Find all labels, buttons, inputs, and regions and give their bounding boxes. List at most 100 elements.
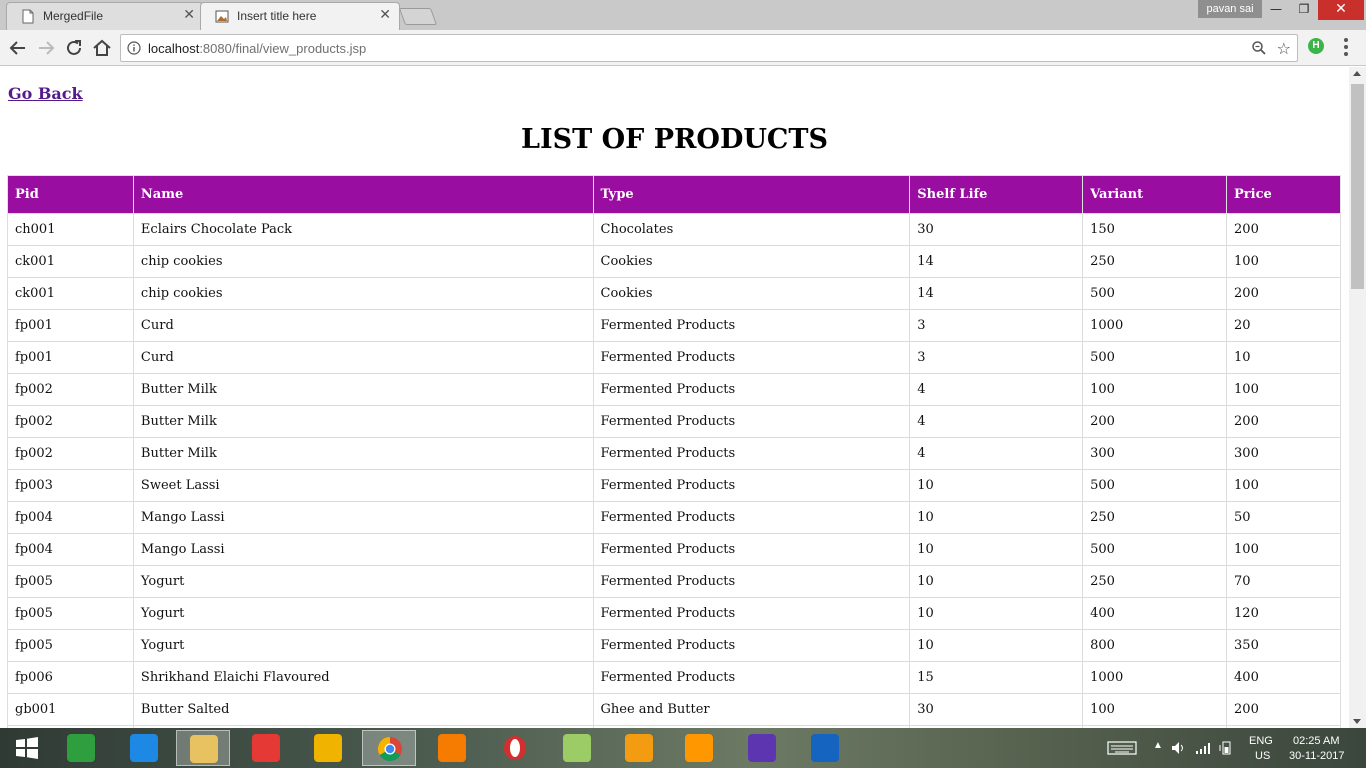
extension-icon[interactable]: H xyxy=(1308,38,1324,54)
sublime-text-taskbar-button[interactable] xyxy=(612,730,666,766)
cell-type: Cookies xyxy=(592,245,911,278)
screen-recorder-icon xyxy=(252,734,280,762)
info-icon[interactable] xyxy=(127,41,141,55)
window-close-button[interactable]: ✕ xyxy=(1318,0,1364,20)
clock-date[interactable]: 30-11-2017 xyxy=(1289,750,1344,762)
tab-mergedfile[interactable]: MergedFile ✕ xyxy=(6,2,204,30)
cell-pid: fp001 xyxy=(7,309,134,342)
opera-taskbar-button[interactable] xyxy=(488,730,542,766)
cell-pid: ch001 xyxy=(7,213,134,246)
cell-variant: 200 xyxy=(1082,405,1228,438)
keyboard-layout-indicator[interactable]: US xyxy=(1255,750,1270,762)
home-icon[interactable] xyxy=(90,36,114,60)
store-taskbar-button[interactable] xyxy=(54,730,108,766)
cell-name: chip cookies xyxy=(132,277,594,310)
url-text[interactable]: localhost:8080/final/view_products.jsp xyxy=(148,41,366,56)
profile-badge[interactable]: pavan sai xyxy=(1198,0,1262,18)
cell-price: 10 xyxy=(1226,341,1341,374)
cell-pid: fp003 xyxy=(7,469,134,502)
cell-pid: ck001 xyxy=(7,245,134,278)
close-icon[interactable]: ✕ xyxy=(379,7,391,23)
column-header-type: Type xyxy=(592,175,911,214)
column-header-variant: Variant xyxy=(1082,175,1228,214)
table-row: fp005 Yogurt Fermented Products 10 250 70 xyxy=(7,565,1341,598)
cell-pid: fp001 xyxy=(7,341,134,374)
page-viewport: Go Back LIST OF PRODUCTS Pid Name Type S… xyxy=(0,67,1349,728)
cell-shelf-life: 4 xyxy=(909,373,1084,406)
cell-pid: fp002 xyxy=(7,405,134,438)
cell-type: Fermented Products xyxy=(592,661,911,694)
table-row: gb001 Butter Salted Ghee and Butter 30 100 20… xyxy=(7,693,1341,726)
system-tray: ▲ ENG US 02:25 AM 30-11-2017 xyxy=(1105,728,1366,768)
winamp-taskbar-button[interactable] xyxy=(301,730,355,766)
cell-type: Ghee and Butter xyxy=(592,693,911,726)
browser-menu-icon[interactable] xyxy=(1344,38,1348,58)
chrome-taskbar-button[interactable] xyxy=(362,730,416,766)
chrome-icon xyxy=(376,735,404,763)
opera-icon xyxy=(501,734,529,762)
cell-price: 20 xyxy=(1226,309,1341,342)
media-player-taskbar-button[interactable] xyxy=(672,730,726,766)
show-hidden-icons-icon[interactable]: ▲ xyxy=(1153,740,1163,754)
cell-name: Butter Milk xyxy=(132,437,594,470)
internet-explorer-taskbar-button[interactable] xyxy=(117,730,171,766)
tab-title: Insert title here xyxy=(237,9,317,23)
battery-icon[interactable] xyxy=(1219,741,1233,755)
keyboard-icon[interactable] xyxy=(1107,741,1137,755)
mi-icon xyxy=(438,734,466,762)
cell-variant: 1000 xyxy=(1082,309,1228,342)
cell-name: Shrikhand Elaichi Flavoured xyxy=(132,661,594,694)
screen-recorder-taskbar-button[interactable] xyxy=(239,730,293,766)
notes-taskbar-button[interactable] xyxy=(550,730,604,766)
cell-shelf-life: 3 xyxy=(909,309,1084,342)
mi-taskbar-button[interactable] xyxy=(425,730,479,766)
file-explorer-taskbar-button[interactable] xyxy=(176,730,230,766)
cell-variant: 100 xyxy=(1082,373,1228,406)
cell-pid: fp002 xyxy=(7,373,134,406)
minimize-button[interactable]: — xyxy=(1262,0,1290,20)
table-row: fp002 Butter Milk Fermented Products 4 300 30… xyxy=(7,437,1341,470)
cell-price: 200 xyxy=(1226,693,1341,726)
start-taskbar-button[interactable] xyxy=(0,730,54,766)
cell-name: Mango Lassi xyxy=(132,533,594,566)
zoom-icon[interactable] xyxy=(1251,40,1267,56)
network-signal-icon[interactable] xyxy=(1195,741,1211,755)
eclipse-java-ee-taskbar-button[interactable] xyxy=(735,730,789,766)
cell-shelf-life: 3 xyxy=(909,341,1084,374)
reload-icon[interactable] xyxy=(62,36,86,60)
mysql-workbench-taskbar-button[interactable] xyxy=(798,730,852,766)
table-row: fp005 Yogurt Fermented Products 10 800 350 xyxy=(7,629,1341,662)
table-row: fp005 Yogurt Fermented Products 10 400 120 xyxy=(7,597,1341,630)
page-scrollbar[interactable] xyxy=(1349,67,1366,728)
cell-name: Yogurt xyxy=(132,597,594,630)
mysql-workbench-icon xyxy=(811,734,839,762)
back-arrow-icon[interactable] xyxy=(6,36,30,60)
cell-pid: fp005 xyxy=(7,597,134,630)
cell-variant: 500 xyxy=(1082,469,1228,502)
restore-button[interactable]: ❐ xyxy=(1290,0,1318,20)
cell-price: 200 xyxy=(1226,213,1341,246)
cell-shelf-life: 30 xyxy=(909,213,1084,246)
tab-insert-title[interactable]: Insert title here ✕ xyxy=(200,2,400,31)
go-back-link[interactable]: Go Back xyxy=(8,84,83,103)
start-icon xyxy=(13,734,41,762)
scroll-down-arrow-icon[interactable] xyxy=(1353,719,1361,724)
volume-icon[interactable] xyxy=(1171,741,1185,755)
scroll-up-arrow-icon[interactable] xyxy=(1353,71,1361,76)
address-bar[interactable]: localhost:8080/final/view_products.jsp ☆ xyxy=(120,34,1298,62)
cell-name: chip cookies xyxy=(132,245,594,278)
close-icon[interactable]: ✕ xyxy=(183,7,195,23)
cell-name: Butter Milk xyxy=(132,373,594,406)
sublime-text-icon xyxy=(625,734,653,762)
forward-arrow-icon[interactable] xyxy=(34,36,58,60)
bookmark-star-icon[interactable]: ☆ xyxy=(1277,39,1291,58)
new-tab-button[interactable] xyxy=(398,8,438,25)
document-icon xyxy=(22,9,34,24)
language-indicator[interactable]: ENG xyxy=(1249,735,1273,747)
cell-price: 300 xyxy=(1226,437,1341,470)
scroll-thumb[interactable] xyxy=(1351,84,1364,289)
table-row: fp004 Mango Lassi Fermented Products 10 500 1… xyxy=(7,533,1341,566)
clock-time[interactable]: 02:25 AM xyxy=(1293,735,1339,747)
cell-variant: 800 xyxy=(1082,629,1228,662)
cell-name: Butter Milk xyxy=(132,405,594,438)
